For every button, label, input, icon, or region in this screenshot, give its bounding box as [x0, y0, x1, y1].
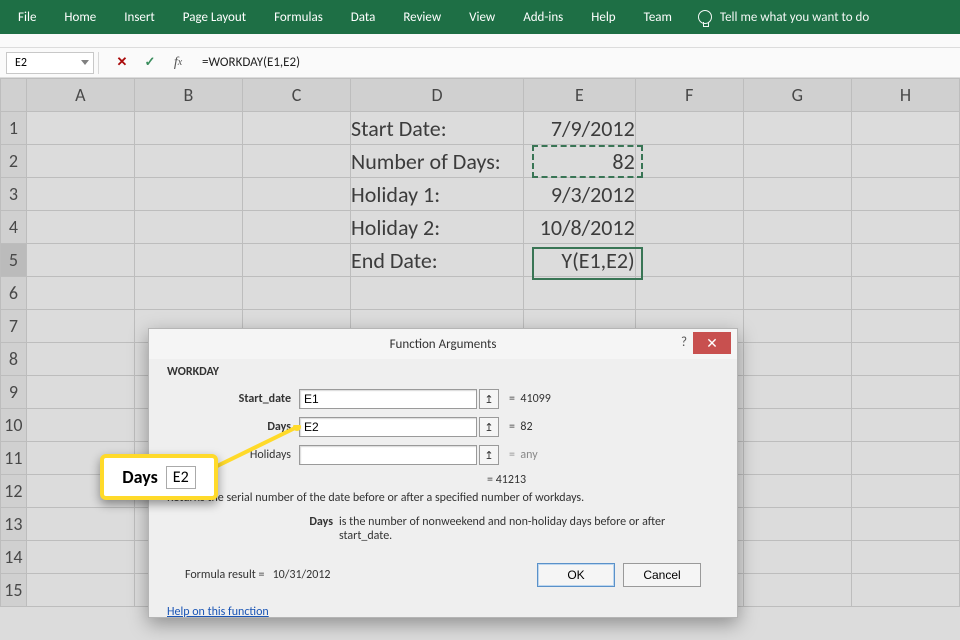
cancel-button[interactable]: Cancel: [623, 563, 701, 587]
select-all-corner[interactable]: [1, 79, 27, 112]
tell-me-label: Tell me what you want to do: [720, 10, 869, 25]
help-on-function-link[interactable]: Help on this function: [167, 605, 719, 619]
dialog-help-button[interactable]: ?: [681, 335, 687, 350]
formula-input[interactable]: =WORKDAY(E1,E2): [202, 55, 300, 70]
cell-D4[interactable]: Holiday 2:: [351, 211, 524, 244]
row-header-15[interactable]: 15: [1, 574, 27, 607]
menu-review[interactable]: Review: [389, 0, 455, 34]
cell-D2[interactable]: Number of Days:: [351, 145, 524, 178]
annotation-callout: Days E2: [100, 454, 218, 500]
row-header-3[interactable]: 3: [1, 178, 27, 211]
range-picker-icon[interactable]: ↥: [479, 417, 499, 437]
range-picker-icon[interactable]: ↥: [479, 445, 499, 465]
menu-file[interactable]: File: [4, 0, 50, 34]
dialog-titlebar[interactable]: Function Arguments ? ✕: [149, 329, 737, 359]
row-header-1[interactable]: 1: [1, 112, 27, 145]
ribbon-spacer: [0, 34, 960, 48]
arg-desc-text: is the number of nonweekend and non-holi…: [339, 515, 679, 543]
row-header-9[interactable]: 9: [1, 376, 27, 409]
calc-result: = 41213: [487, 473, 719, 487]
row-header-7[interactable]: 7: [1, 310, 27, 343]
col-header-A[interactable]: A: [26, 79, 134, 112]
menu-data[interactable]: Data: [337, 0, 390, 34]
range-picker-icon[interactable]: ↥: [479, 389, 499, 409]
cell-E3[interactable]: 9/3/2012: [524, 178, 636, 211]
row-header-11[interactable]: 11: [1, 442, 27, 475]
enter-formula-button[interactable]: ✓: [136, 52, 164, 74]
row-header-8[interactable]: 8: [1, 343, 27, 376]
row-header-5[interactable]: 5: [1, 244, 27, 277]
menu-help[interactable]: Help: [577, 0, 629, 34]
menu-home[interactable]: Home: [50, 0, 110, 34]
ribbon-menubar: File Home Insert Page Layout Formulas Da…: [0, 0, 960, 34]
row-header-12[interactable]: 12: [1, 475, 27, 508]
arg-input-days[interactable]: [299, 417, 477, 437]
arg-result-start-date: = 41099: [509, 392, 551, 406]
tell-me-search[interactable]: Tell me what you want to do: [686, 10, 881, 25]
arg-label-days: Days: [167, 420, 299, 434]
cancel-formula-button[interactable]: ✕: [108, 52, 136, 74]
col-header-F[interactable]: F: [635, 79, 743, 112]
formula-bar: E2 ✕ ✓ fx =WORKDAY(E1,E2): [0, 48, 960, 78]
col-header-C[interactable]: C: [242, 79, 350, 112]
menu-view[interactable]: View: [455, 0, 509, 34]
col-header-B[interactable]: B: [134, 79, 242, 112]
function-arguments-dialog: Function Arguments ? ✕ WORKDAY Start_dat…: [148, 328, 738, 618]
row-header-13[interactable]: 13: [1, 508, 27, 541]
callout-value: E2: [166, 466, 196, 489]
row-header-6[interactable]: 6: [1, 277, 27, 310]
dialog-function-name: WORKDAY: [167, 365, 719, 379]
dialog-title: Function Arguments: [390, 337, 497, 352]
name-box-value: E2: [15, 56, 27, 70]
separator: [98, 52, 104, 74]
menu-addins[interactable]: Add-ins: [509, 0, 577, 34]
col-header-G[interactable]: G: [743, 79, 851, 112]
cell-D5[interactable]: End Date:: [351, 244, 524, 277]
arg-input-start-date[interactable]: [299, 389, 477, 409]
name-box[interactable]: E2: [6, 52, 94, 74]
arg-input-holidays[interactable]: [299, 445, 477, 465]
arg-result-holidays: = any: [509, 448, 538, 462]
close-icon[interactable]: ✕: [693, 332, 731, 354]
col-header-E[interactable]: E: [524, 79, 636, 112]
ok-button[interactable]: OK: [537, 563, 615, 587]
cell-E1[interactable]: 7/9/2012: [524, 112, 636, 145]
arg-result-days: = 82: [509, 420, 533, 434]
lightbulb-icon: [698, 10, 712, 24]
cell-E2[interactable]: 82: [524, 145, 636, 178]
cell-D1[interactable]: Start Date:: [351, 112, 524, 145]
cell-E4[interactable]: 10/8/2012: [524, 211, 636, 244]
menu-formulas[interactable]: Formulas: [260, 0, 337, 34]
row-header-2[interactable]: 2: [1, 145, 27, 178]
col-header-H[interactable]: H: [851, 79, 959, 112]
chevron-down-icon[interactable]: [81, 60, 89, 65]
arg-label-start-date: Start_date: [167, 392, 299, 406]
function-description: Returns the serial number of the date be…: [167, 491, 719, 505]
row-header-14[interactable]: 14: [1, 541, 27, 574]
col-header-D[interactable]: D: [351, 79, 524, 112]
insert-function-button[interactable]: fx: [164, 52, 192, 74]
row-header-10[interactable]: 10: [1, 409, 27, 442]
menu-insert[interactable]: Insert: [110, 0, 169, 34]
cell-E5[interactable]: Y(E1,E2): [524, 244, 636, 277]
row-header-4[interactable]: 4: [1, 211, 27, 244]
menu-team[interactable]: Team: [630, 0, 686, 34]
menu-pagelayout[interactable]: Page Layout: [169, 0, 260, 34]
cell-D3[interactable]: Holiday 1:: [351, 178, 524, 211]
formula-result: Formula result = 10/31/2012: [185, 568, 331, 582]
callout-label: Days: [122, 466, 158, 488]
arg-desc-label: Days: [297, 515, 339, 543]
